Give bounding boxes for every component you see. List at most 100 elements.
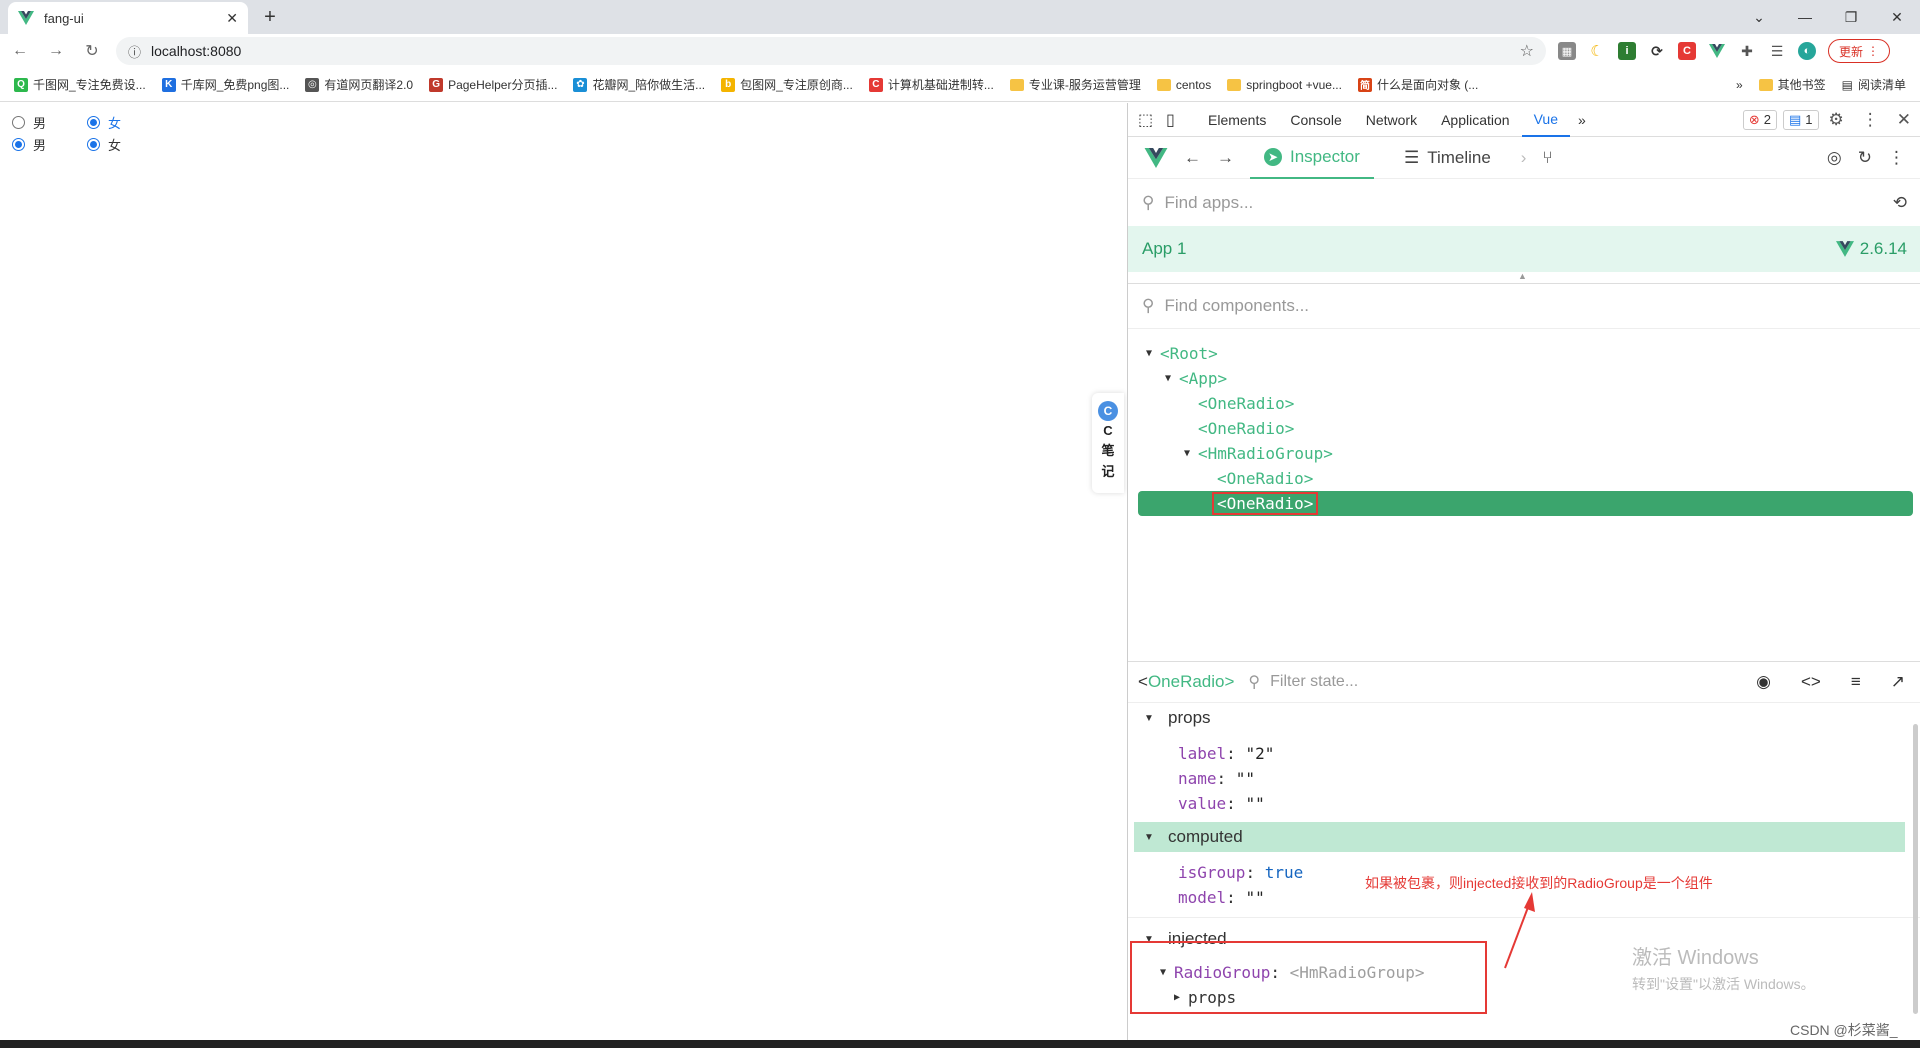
render-code-icon[interactable]: ≡ — [1843, 672, 1869, 692]
tree-node[interactable]: <OneRadio> — [1128, 416, 1920, 441]
tree-expand-icon[interactable]: ▼ — [1146, 348, 1160, 359]
settings-gear-icon[interactable]: ⚙ — [1819, 110, 1854, 130]
bookmark-item[interactable]: C 计算机基础进制转... — [863, 76, 1000, 93]
code-icon[interactable]: <> — [1793, 672, 1829, 692]
filter-state-search[interactable]: ⚲ Filter state... — [1248, 672, 1358, 692]
radio-button[interactable] — [12, 115, 25, 129]
tree-node-label: <OneRadio> — [1217, 469, 1314, 488]
open-external-icon[interactable]: ↗ — [1883, 672, 1920, 692]
c-note-widget[interactable]: C C 笔 记 — [1092, 393, 1124, 493]
radio-label: 男 — [33, 115, 47, 131]
info-extension-icon[interactable]: i — [1618, 42, 1636, 60]
state-value: "2" — [1245, 744, 1275, 763]
bookmark-item[interactable]: centos — [1151, 78, 1217, 92]
radio-option[interactable]: 女 — [87, 135, 162, 154]
bookmark-label: 包图网_专注原创商... — [740, 78, 853, 92]
close-devtools-icon[interactable]: ✕ — [1887, 110, 1920, 130]
tab-network[interactable]: Network — [1354, 103, 1429, 137]
bookmark-item[interactable]: b 包图网_专注原创商... — [715, 76, 859, 93]
tab-elements[interactable]: Elements — [1196, 103, 1278, 137]
devtools-menu-icon[interactable]: ⋮ — [1854, 110, 1887, 130]
computed-section-header[interactable]: ▼ computed — [1134, 822, 1905, 852]
state-row[interactable]: name: "" — [1128, 766, 1920, 791]
refresh-icon[interactable]: ↻ — [1858, 148, 1872, 168]
tab-inspector[interactable]: ➤ Inspector — [1250, 137, 1374, 179]
update-button[interactable]: 更新 ⋮ — [1828, 39, 1891, 63]
avatar[interactable]: ◐ — [1798, 42, 1816, 60]
extension-icon[interactable]: ▦ — [1558, 42, 1576, 60]
eye-icon[interactable]: ◉ — [1748, 672, 1779, 692]
radio-option[interactable]: 男 — [12, 135, 87, 154]
sync-icon[interactable]: ⟲ — [1893, 193, 1907, 213]
bookmark-item[interactable]: 简什么是面向对象 (... — [1352, 76, 1484, 93]
tree-node[interactable]: ▼ <App> — [1128, 366, 1920, 391]
bookmark-item[interactable]: 专业课-服务运营管理 — [1004, 76, 1147, 93]
inspector-label: Inspector — [1290, 146, 1360, 166]
timeline-label: Timeline — [1427, 147, 1491, 167]
back-arrow-icon[interactable]: ← — [1184, 148, 1201, 168]
tree-node[interactable]: <OneRadio> — [1128, 391, 1920, 416]
find-apps-search[interactable]: ⚲ Find apps... — [1128, 193, 1253, 213]
vue-devtools-extension-icon[interactable] — [1708, 42, 1726, 60]
forward-arrow-icon[interactable]: → — [1217, 148, 1234, 168]
sync-extension-icon[interactable]: ⟳ — [1648, 42, 1666, 60]
tree-expand-icon[interactable]: ▼ — [1165, 373, 1179, 384]
tab-search-icon[interactable]: ⌄ — [1736, 9, 1782, 26]
close-tab-icon[interactable]: ✕ — [226, 10, 238, 27]
state-row[interactable]: value: "" — [1128, 791, 1920, 816]
radio-button[interactable] — [12, 137, 25, 151]
reading-list-button[interactable]: ▤ 阅读清单 — [1836, 76, 1912, 93]
new-tab-button[interactable]: + — [258, 6, 282, 29]
bookmark-star-icon[interactable]: ☆ — [1520, 41, 1534, 61]
close-window-button[interactable]: ✕ — [1874, 9, 1920, 26]
bookmark-item[interactable]: K 千库网_免费png图... — [156, 76, 296, 93]
minimize-button[interactable]: — — [1782, 9, 1828, 25]
tab-timeline[interactable]: ☰ Timeline — [1390, 137, 1505, 179]
props-section-header[interactable]: ▼ props — [1128, 703, 1920, 733]
tab-application[interactable]: Application — [1429, 103, 1522, 137]
vue-menu-icon[interactable]: ⋮ — [1888, 148, 1920, 168]
bookmark-item[interactable]: ✿ 花瓣网_陪你做生活... — [567, 76, 711, 93]
device-toggle-icon[interactable]: ▯ — [1166, 110, 1196, 130]
app-selector[interactable]: App 1 2.6.14 — [1128, 226, 1920, 272]
message-badge[interactable]: ▤ 1 — [1782, 109, 1819, 130]
page-content: 男女男女 C C 笔 记 — [0, 103, 1127, 1048]
target-select-icon[interactable]: ◎ — [1827, 148, 1842, 168]
reading-list-icon[interactable]: ☰ — [1768, 42, 1786, 60]
state-scrollbar[interactable] — [1913, 724, 1918, 1014]
restore-button[interactable]: ❐ — [1828, 9, 1874, 26]
forward-icon[interactable]: → — [44, 42, 68, 60]
back-icon[interactable]: ← — [8, 42, 32, 60]
tree-node[interactable]: <OneRadio> — [1128, 466, 1920, 491]
bookmark-item[interactable]: G PageHelper分页插... — [423, 76, 563, 93]
find-components-search[interactable]: ⚲ Find components... — [1128, 296, 1309, 316]
bookmark-item[interactable]: ◎ 有道网页翻译2.0 — [299, 76, 419, 93]
tree-node[interactable]: <OneRadio> — [1138, 491, 1913, 516]
state-row[interactable]: label: "2" — [1128, 741, 1920, 766]
bookmarks-more-button[interactable]: » — [1730, 78, 1749, 92]
browser-tab[interactable]: fang-ui ✕ — [8, 2, 248, 34]
component-graph-icon[interactable]: ⑂ — [1542, 148, 1552, 168]
collapse-handle-icon[interactable]: ▲ — [1518, 271, 1527, 281]
reload-icon[interactable]: ↻ — [80, 41, 104, 61]
puzzle-extensions-icon[interactable]: ✚ — [1738, 42, 1756, 60]
tree-node[interactable]: ▼ <Root> — [1128, 341, 1920, 366]
radio-option[interactable]: 男 — [12, 113, 87, 132]
more-tabs-icon[interactable]: » — [1570, 112, 1594, 128]
tree-expand-icon[interactable]: ▼ — [1184, 448, 1198, 459]
tree-node[interactable]: ▼ <HmRadioGroup> — [1128, 441, 1920, 466]
radio-button[interactable] — [87, 115, 100, 129]
bookmark-item[interactable]: springboot +vue... — [1221, 78, 1348, 92]
info-icon[interactable]: ⓘ — [128, 42, 141, 61]
radio-option[interactable]: 女 — [87, 113, 162, 132]
c-extension-icon[interactable]: C — [1678, 42, 1696, 60]
bookmark-item[interactable]: Q 千图网_专注免费设... — [8, 76, 152, 93]
tab-console[interactable]: Console — [1278, 103, 1353, 137]
inspect-element-icon[interactable]: ⬚ — [1138, 110, 1166, 130]
error-badge[interactable]: ⊗ 2 — [1742, 109, 1777, 130]
moon-extension-icon[interactable]: ☾ — [1588, 42, 1606, 60]
other-bookmarks-folder[interactable]: 其他书签 — [1753, 76, 1832, 93]
radio-button[interactable] — [87, 137, 100, 151]
tab-vue[interactable]: Vue — [1521, 103, 1570, 137]
address-bar[interactable]: ⓘ localhost:8080 ☆ — [116, 37, 1546, 65]
